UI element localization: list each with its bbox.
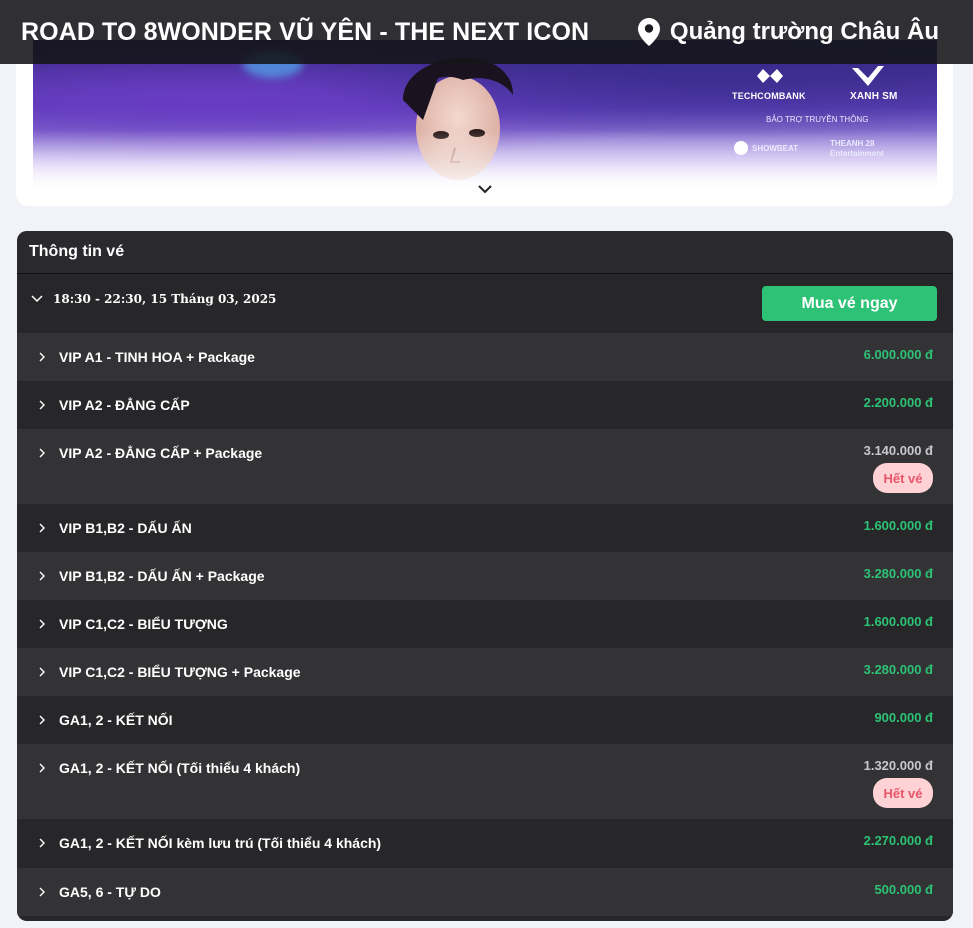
collapse-chevron-icon[interactable]: [31, 294, 43, 304]
ticket-price-wrap: 1.600.000 đ: [864, 600, 933, 648]
ticket-price-wrap: 3.140.000 đ Hết vé: [864, 429, 933, 504]
ticket-name: GA1, 2 - KẾT NỐI: [59, 712, 173, 728]
ticket-row[interactable]: VIP A2 - ĐẲNG CẤP + Package 3.140.000 đ Hế…: [17, 429, 953, 504]
ticket-row[interactable]: GA1, 2 - KẾT NỐI 900.000 đ: [17, 696, 953, 744]
ticket-row[interactable]: GA1, 2 - KẾT NỐI (Tối thiểu 4 khách) 1.32…: [17, 744, 953, 819]
chevron-right-icon[interactable]: [37, 887, 47, 897]
ticket-name: VIP B1,B2 - DẤU ẤN + Package: [59, 568, 265, 584]
ticket-name-wrap: VIP A1 - TINH HOA + Package: [37, 333, 255, 381]
location-pin-icon: [637, 18, 660, 46]
ticket-name-wrap: VIP C1,C2 - BIỂU TƯỢNG + Package: [37, 648, 301, 696]
ticket-price-wrap: 900.000 đ: [874, 696, 933, 744]
event-banner-card: TECHCOMBANK XANH SM BẢO TRỢ TRUYỀN THÔNG…: [16, 40, 953, 206]
ticket-price: 3.280.000 đ: [863, 662, 933, 677]
ticket-name: VIP B1,B2 - DẤU ẤN: [59, 520, 192, 536]
ticket-row[interactable]: VIP A1 - TINH HOA + Package 6.000.000 đ: [17, 333, 953, 381]
sponsor-techcombank: TECHCOMBANK: [732, 91, 806, 101]
ticket-name-wrap: VIP A2 - ĐẲNG CẤP: [37, 381, 190, 429]
ticket-list: VIP A1 - TINH HOA + Package 6.000.000 đ VI…: [17, 333, 953, 916]
ticket-row[interactable]: GA1, 2 - KẾT NỐI kèm lưu trú (Tối thiểu …: [17, 819, 953, 868]
ticket-price-wrap: 3.280.000 đ: [864, 648, 933, 696]
ticket-name: GA1, 2 - KẾT NỐI (Tối thiểu 4 khách): [59, 760, 301, 776]
event-header-bar: ROAD TO 8WONDER VŨ YÊN - THE NEXT ICON Q…: [0, 0, 973, 64]
xanh-sm-logo: [852, 66, 884, 86]
ticket-name: VIP A2 - ĐẲNG CẤP: [59, 397, 190, 413]
ticket-price-wrap: 2.200.000 đ: [864, 381, 933, 429]
ticket-name: VIP A1 - TINH HOA + Package: [59, 349, 255, 365]
ticket-price: 900.000 đ: [874, 710, 933, 725]
chevron-right-icon[interactable]: [37, 763, 47, 773]
chevron-right-icon[interactable]: [37, 523, 47, 533]
ticket-name-wrap: VIP B1,B2 - DẤU ẤN + Package: [37, 552, 265, 600]
media-sponsor-label: BẢO TRỢ TRUYỀN THÔNG: [766, 115, 869, 124]
buy-ticket-button[interactable]: Mua vé ngay: [762, 286, 937, 321]
ticket-row[interactable]: VIP C1,C2 - BIỂU TƯỢNG 1.600.000 đ: [17, 600, 953, 648]
chevron-right-icon[interactable]: [37, 619, 47, 629]
chevron-right-icon[interactable]: [37, 667, 47, 677]
sold-out-badge: Hết vé: [873, 463, 933, 493]
ticket-name-wrap: GA1, 2 - KẾT NỐI: [37, 696, 173, 744]
ticket-name-wrap: GA5, 6 - TỰ DO: [37, 868, 161, 916]
ticket-price: 1.600.000 đ: [863, 614, 933, 629]
ticket-price: 1.600.000 đ: [863, 518, 933, 533]
ticket-row[interactable]: GA5, 6 - TỰ DO 500.000 đ: [17, 868, 953, 916]
media-sponsor-showbeat: SHOWBEAT: [752, 144, 799, 153]
ticket-name: VIP A2 - ĐẲNG CẤP + Package: [59, 445, 263, 461]
ticket-price: 3.140.000 đ: [863, 443, 933, 458]
ticket-price: 6.000.000 đ: [863, 347, 933, 362]
chevron-right-icon[interactable]: [37, 352, 47, 362]
ticket-price: 500.000 đ: [874, 882, 933, 897]
chevron-right-icon[interactable]: [37, 400, 47, 410]
ticket-name-wrap: VIP A2 - ĐẲNG CẤP + Package: [37, 429, 262, 477]
sponsor-xanh-sm: XANH SM: [850, 91, 898, 102]
techcombank-logo: [757, 69, 783, 83]
ticket-price-wrap: 1.600.000 đ: [864, 504, 933, 552]
ticket-row[interactable]: VIP A2 - ĐẲNG CẤP 2.200.000 đ: [17, 381, 953, 429]
ticket-name: GA5, 6 - TỰ DO: [59, 884, 161, 900]
ticket-name: GA1, 2 - KẾT NỐI kèm lưu trú (Tối thiểu …: [59, 835, 382, 851]
ticket-price-wrap: 2.270.000 đ: [864, 819, 933, 868]
showtime-row[interactable]: 18:30 - 22:30, 15 Tháng 03, 2025 Mua vé …: [17, 274, 953, 333]
ticket-info-panel: Thông tin vé 18:30 - 22:30, 15 Tháng 03,…: [17, 231, 953, 921]
ticket-price: 2.200.000 đ: [863, 395, 933, 410]
ticket-price-wrap: 1.320.000 đ Hết vé: [864, 744, 933, 819]
ticket-name: VIP C1,C2 - BIỂU TƯỢNG: [59, 616, 228, 632]
ticket-row[interactable]: VIP B1,B2 - DẤU ẤN 1.600.000 đ: [17, 504, 953, 552]
media-sponsor-theanh28: THEANH 28 Entertainment: [830, 139, 884, 158]
ticket-price: 3.280.000 đ: [863, 566, 933, 581]
location-text: Quảng trường Châu Âu: [669, 18, 939, 45]
chevron-right-icon[interactable]: [37, 838, 47, 848]
expand-banner-chevron-icon[interactable]: [476, 180, 494, 198]
ticket-name-wrap: VIP B1,B2 - DẤU ẤN: [37, 504, 192, 552]
ticket-info-heading: Thông tin vé: [17, 231, 953, 274]
sold-out-badge: Hết vé: [873, 778, 933, 808]
ticket-price: 1.320.000 đ: [863, 758, 933, 773]
showtime-text: 18:30 - 22:30, 15 Tháng 03, 2025: [53, 292, 277, 306]
chevron-right-icon[interactable]: [37, 571, 47, 581]
ticket-row[interactable]: VIP C1,C2 - BIỂU TƯỢNG + Package 3.280.00…: [17, 648, 953, 696]
ticket-price-wrap: 500.000 đ: [874, 868, 933, 916]
ticket-name: VIP C1,C2 - BIỂU TƯỢNG + Package: [59, 664, 301, 680]
ticket-price-wrap: 6.000.000 đ: [864, 333, 933, 381]
ticket-row[interactable]: VIP B1,B2 - DẤU ẤN + Package 3.280.000 đ: [17, 552, 953, 600]
ticket-price-wrap: 3.280.000 đ: [864, 552, 933, 600]
chevron-right-icon[interactable]: [37, 715, 47, 725]
ticket-name-wrap: GA1, 2 - KẾT NỐI kèm lưu trú (Tối thiểu …: [37, 819, 381, 867]
ticket-name-wrap: GA1, 2 - KẾT NỐI (Tối thiểu 4 khách): [37, 744, 300, 792]
showbeat-logo: [734, 141, 748, 155]
ticket-price: 2.270.000 đ: [863, 833, 933, 848]
chevron-right-icon[interactable]: [37, 448, 47, 458]
event-location: Quảng trường Châu Âu: [637, 18, 939, 46]
ticket-name-wrap: VIP C1,C2 - BIỂU TƯỢNG: [37, 600, 228, 648]
event-title: ROAD TO 8WONDER VŨ YÊN - THE NEXT ICON: [21, 17, 590, 46]
